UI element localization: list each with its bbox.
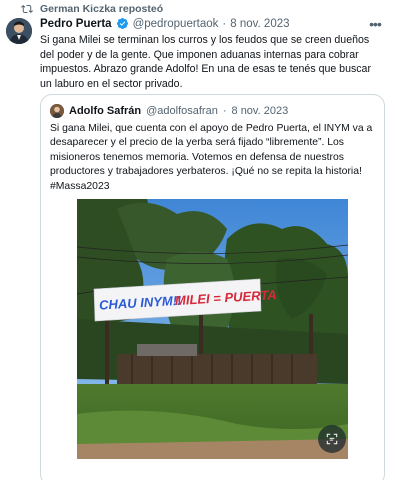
quoted-author-handle: @adolfosafran	[146, 105, 218, 117]
image-alt-icon[interactable]	[318, 425, 346, 453]
more-options-icon[interactable]: •••	[367, 16, 383, 32]
quoted-avatar	[50, 104, 64, 118]
meta-separator: ·	[222, 17, 227, 30]
author-name[interactable]: Pedro Puerta	[40, 18, 112, 30]
quoted-tweet-header: Adolfo Safrán @adolfosafran · 8 nov. 202…	[50, 104, 288, 118]
tweet-date[interactable]: 8 nov. 2023	[230, 18, 289, 30]
repost-icon	[20, 2, 34, 16]
quoted-meta-separator: ·	[222, 105, 227, 117]
quoted-tweet-photo[interactable]: CHAU INYM!! MILEI = PUERTA	[77, 199, 348, 459]
author-handle[interactable]: @pedropuertaok	[133, 18, 219, 30]
quoted-tweet[interactable]: Adolfo Safrán @adolfosafran · 8 nov. 202…	[40, 94, 385, 480]
repost-indicator: German Kiczka reposteó	[20, 2, 163, 16]
verified-badge-icon	[116, 17, 129, 30]
avatar[interactable]	[6, 18, 32, 44]
repost-text[interactable]: German Kiczka reposteó	[40, 3, 163, 15]
quoted-tweet-text: Si gana Milei, que cuenta con el apoyo d…	[50, 123, 373, 192]
quoted-author-name: Adolfo Safrán	[69, 105, 142, 117]
quoted-tweet-date: 8 nov. 2023	[231, 105, 289, 117]
tweet-text: Si gana Milei se terminan los curros y l…	[40, 34, 371, 90]
tweet-header: Pedro Puerta @pedropuertaok · 8 nov. 202…	[40, 17, 290, 30]
